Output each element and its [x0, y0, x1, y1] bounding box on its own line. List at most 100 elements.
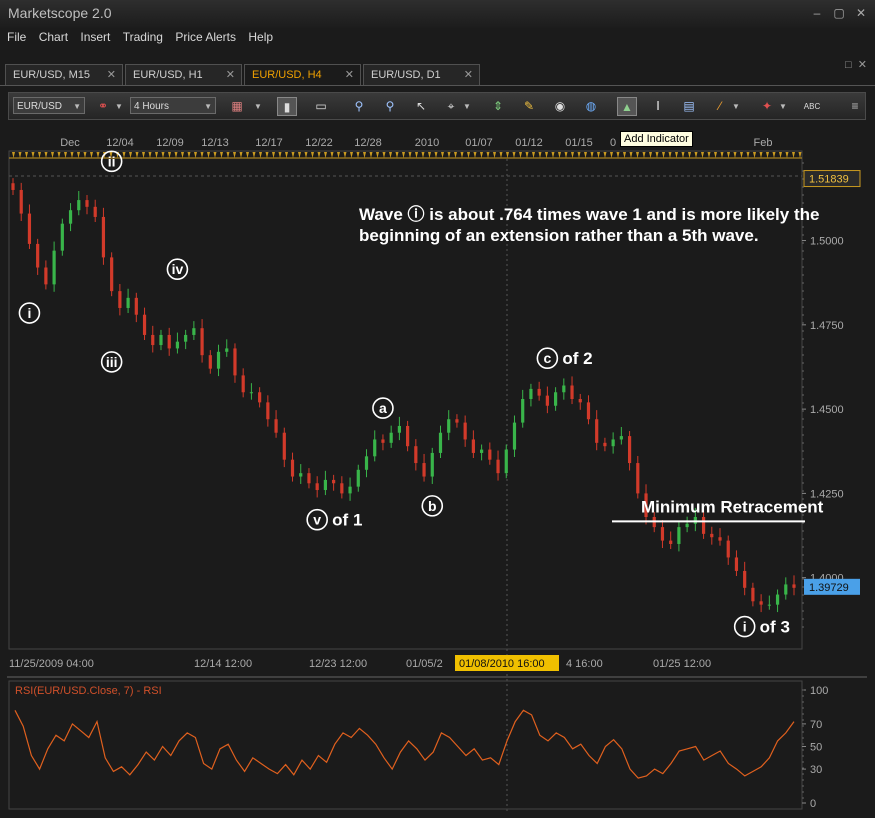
wave-label: iv — [172, 261, 184, 277]
candle — [364, 456, 369, 470]
price-label: 1.39729 — [809, 582, 849, 594]
top-date-label: 2010 — [415, 137, 439, 149]
menu-help[interactable]: Help — [248, 30, 273, 44]
candle — [570, 385, 574, 399]
bar-style-icon[interactable]: ▦ — [227, 97, 247, 116]
tab-eurusd-m15[interactable]: EUR/USD, M15 ✕ — [5, 64, 123, 85]
top-date-label: 12/22 — [305, 137, 333, 149]
candle — [60, 223, 64, 251]
menu-insert[interactable]: Insert — [80, 30, 110, 44]
candle — [290, 459, 295, 477]
candle — [743, 570, 747, 588]
candle — [233, 348, 237, 376]
candle — [77, 200, 81, 211]
chevron-down-icon[interactable]: ▼ — [113, 97, 125, 116]
candle — [340, 483, 344, 494]
eye-icon[interactable]: ◉ — [550, 97, 570, 116]
tab-eurusd-h4[interactable]: EUR/USD, H4 ✕ — [244, 64, 361, 85]
candle — [422, 463, 426, 477]
signal-icon[interactable]: ✦ — [757, 97, 777, 116]
y-tick-label: 1.5000 — [810, 236, 844, 248]
candle-mode-icon[interactable]: ▮ — [277, 97, 297, 116]
chart-toolbar: EUR/USD ▼ ⚭ ▼ 4 Hours ▼ ▦ ▼ ▮ ▭ ⚲ ⚲ ↖ ⌖ ▼ … — [8, 92, 866, 120]
chevron-down-icon[interactable]: ▼ — [461, 97, 473, 116]
candle — [578, 399, 582, 403]
add-indicator-icon[interactable]: ▲ — [617, 97, 637, 116]
chevron-down-icon[interactable]: ▼ — [777, 97, 789, 116]
candle — [595, 419, 599, 443]
menu-price-alerts[interactable]: Price Alerts — [175, 30, 236, 44]
candle — [636, 463, 640, 494]
candle — [389, 432, 393, 443]
candle — [44, 267, 48, 285]
restore-button[interactable]: ▢ — [831, 6, 847, 20]
data-window-icon[interactable]: ⇕ — [488, 97, 508, 116]
title-bar: Marketscope 2.0 – ▢ ✕ — [0, 0, 875, 28]
candle — [669, 540, 673, 544]
add-indicator-tooltip: Add Indicator — [620, 131, 693, 147]
candle — [701, 517, 706, 534]
candle — [463, 422, 467, 440]
chart-area[interactable]: Dec 12/04 12/09 12/13 12/17 12/22 12/28 2010 01/… — [7, 133, 867, 818]
close-icon[interactable]: ✕ — [345, 65, 354, 86]
candle — [36, 243, 40, 268]
timeframe-select[interactable]: 4 Hours ▼ — [130, 97, 216, 114]
close-icon[interactable]: ✕ — [107, 65, 116, 86]
tab-label: EUR/USD, M15 — [13, 69, 91, 81]
candle — [348, 486, 352, 494]
close-button[interactable]: ✕ — [853, 6, 869, 20]
chevron-down-icon[interactable]: ▼ — [730, 97, 742, 116]
timeframe-value: 4 Hours — [134, 101, 170, 112]
price-chart[interactable]: Dec 12/04 12/09 12/13 12/17 12/22 12/28 2010 01/… — [7, 133, 867, 813]
instrument-select[interactable]: EUR/USD ▼ — [13, 97, 85, 114]
candle — [627, 436, 632, 464]
candle — [619, 436, 623, 440]
crosshair-icon[interactable]: ⌖ — [441, 97, 461, 116]
text-icon[interactable]: Ⅰ — [648, 97, 668, 116]
cursor-icon[interactable]: ↖ — [411, 97, 431, 116]
candle — [767, 604, 771, 606]
minimize-button[interactable]: – — [809, 6, 825, 20]
wave-label: ii — [108, 153, 116, 169]
top-date-label: Feb — [754, 137, 773, 149]
bottom-date-label: 11/25/2009 04:00 — [9, 658, 94, 670]
link-icon[interactable]: ⚭ — [93, 97, 113, 116]
window-icon[interactable]: ▤ — [679, 97, 699, 116]
notes-icon[interactable]: ✎ — [519, 97, 539, 116]
top-date-label: Dec — [60, 137, 80, 149]
candle — [299, 473, 303, 477]
candle — [241, 375, 245, 393]
wave-label-suffix: of 3 — [760, 618, 790, 637]
candle — [537, 388, 541, 396]
zoom-in-icon[interactable]: ⚲ — [349, 97, 369, 116]
tab-eurusd-h1[interactable]: EUR/USD, H1 ✕ — [125, 64, 242, 85]
abc-icon[interactable]: ABC — [802, 97, 822, 116]
candle — [406, 425, 410, 447]
y-tick-label: 1.4750 — [810, 320, 844, 332]
annotation-line: beginning of an extension rather than a … — [359, 226, 759, 245]
bottom-date-label: 01/05/2 — [406, 658, 443, 670]
pen-icon[interactable]: ⁄ — [710, 97, 730, 116]
menu-trading[interactable]: Trading — [123, 30, 163, 44]
globe-icon[interactable]: ◍ — [581, 97, 601, 116]
close-icon[interactable]: ✕ — [464, 65, 473, 86]
zoom-out-icon[interactable]: ⚲ — [380, 97, 400, 116]
window-title: Marketscope 2.0 — [8, 5, 112, 21]
top-date-label: 12/04 — [106, 137, 134, 149]
candle — [85, 200, 89, 207]
close-icon[interactable]: ✕ — [226, 65, 235, 86]
menu-file[interactable]: File — [7, 30, 26, 44]
candle — [471, 439, 475, 453]
rsi-y-tick-label: 30 — [810, 764, 822, 776]
candle — [611, 439, 615, 447]
rsi-y-tick-label: 70 — [810, 719, 822, 731]
line-mode-icon[interactable]: ▭ — [311, 97, 331, 116]
tab-eurusd-d1[interactable]: EUR/USD, D1 ✕ — [363, 64, 480, 85]
chevron-down-icon[interactable]: ▼ — [252, 97, 264, 116]
candle — [192, 328, 196, 335]
menu-chart[interactable]: Chart — [39, 30, 68, 44]
candle — [332, 479, 336, 484]
toolbar-menu-icon[interactable]: ≡ — [845, 97, 865, 116]
candle — [274, 419, 278, 433]
candle — [734, 557, 739, 571]
